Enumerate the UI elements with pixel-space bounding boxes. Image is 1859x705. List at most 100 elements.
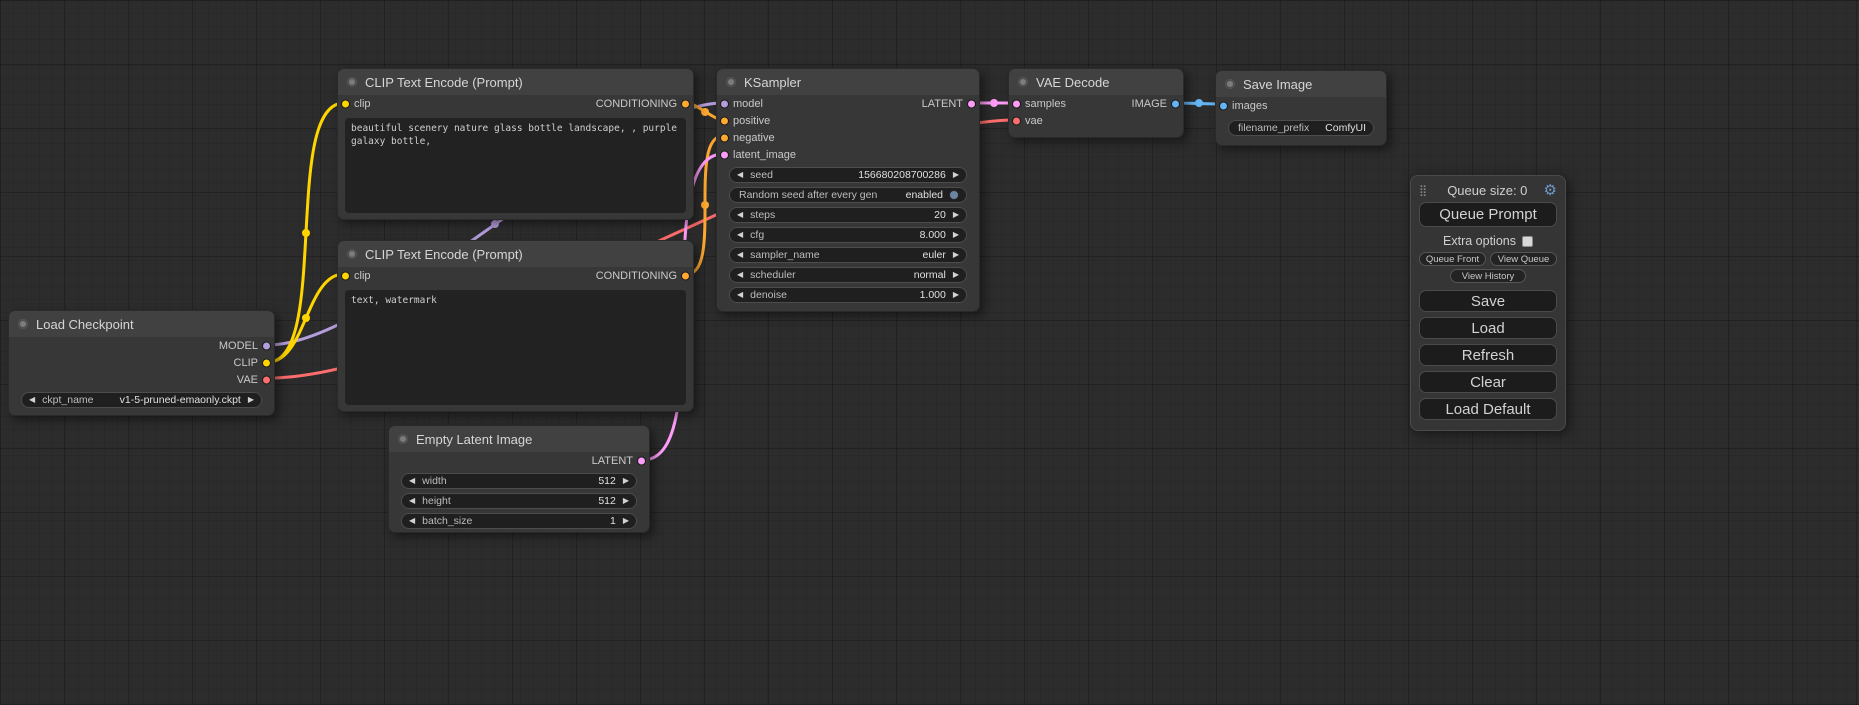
slot-row: MODEL bbox=[9, 337, 274, 354]
input-label-vae: vae bbox=[1025, 115, 1043, 127]
arrow-left-icon[interactable]: ◀ bbox=[29, 396, 35, 404]
widget-value: 512 bbox=[598, 495, 616, 507]
node-save-image[interactable]: Save Image images filename_prefix ComfyU… bbox=[1215, 70, 1387, 146]
arrow-left-icon[interactable]: ◀ bbox=[737, 171, 743, 179]
node-clip-text-encode-positive[interactable]: CLIP Text Encode (Prompt) clip CONDITION… bbox=[337, 68, 694, 220]
input-port-samples[interactable] bbox=[1012, 99, 1021, 108]
widget-value: 512 bbox=[598, 475, 616, 487]
load-button[interactable]: Load bbox=[1419, 317, 1557, 339]
arrow-left-icon[interactable]: ◀ bbox=[737, 231, 743, 239]
input-port-latent-image[interactable] bbox=[720, 150, 729, 159]
widget-steps[interactable]: ◀ steps 20 ▶ bbox=[729, 207, 967, 223]
clear-button[interactable]: Clear bbox=[1419, 371, 1557, 393]
node-ksampler[interactable]: KSampler model LATENT positive negative … bbox=[716, 68, 980, 312]
collapse-dot-icon[interactable] bbox=[347, 77, 357, 87]
node-vae-decode[interactable]: VAE Decode samples IMAGE vae bbox=[1008, 68, 1184, 138]
output-port-vae[interactable] bbox=[262, 375, 271, 384]
node-empty-latent-image[interactable]: Empty Latent Image LATENT ◀ width 512 ▶ … bbox=[388, 425, 650, 533]
arrow-left-icon[interactable]: ◀ bbox=[737, 211, 743, 219]
node-title: Save Image bbox=[1243, 77, 1312, 92]
widget-label: ckpt_name bbox=[42, 394, 93, 406]
node-title-bar[interactable]: Save Image bbox=[1216, 71, 1386, 97]
toggle-icon[interactable] bbox=[949, 190, 959, 200]
queue-size-label: Queue size: 0 bbox=[1431, 183, 1543, 198]
input-label-model: model bbox=[733, 98, 763, 110]
input-port-model[interactable] bbox=[720, 99, 729, 108]
arrow-right-icon[interactable]: ▶ bbox=[953, 171, 959, 179]
arrow-left-icon[interactable]: ◀ bbox=[409, 517, 415, 525]
input-port-clip[interactable] bbox=[341, 99, 350, 108]
widget-value: 20 bbox=[934, 209, 946, 221]
node-canvas[interactable]: Load Checkpoint MODEL CLIP VAE ◀ ckpt_na… bbox=[0, 0, 1859, 705]
input-port-negative[interactable] bbox=[720, 133, 729, 142]
arrow-right-icon[interactable]: ▶ bbox=[623, 477, 629, 485]
prompt-textarea[interactable]: text, watermark bbox=[345, 290, 686, 405]
save-button[interactable]: Save bbox=[1419, 290, 1557, 312]
collapse-dot-icon[interactable] bbox=[398, 434, 408, 444]
collapse-dot-icon[interactable] bbox=[1018, 77, 1028, 87]
arrow-left-icon[interactable]: ◀ bbox=[409, 477, 415, 485]
collapse-dot-icon[interactable] bbox=[18, 319, 28, 329]
output-port-latent[interactable] bbox=[637, 456, 646, 465]
wire-midpoint-dot bbox=[1195, 99, 1203, 107]
widget-batch-size[interactable]: ◀ batch_size 1 ▶ bbox=[401, 513, 637, 529]
node-title-bar[interactable]: Empty Latent Image bbox=[389, 426, 649, 452]
widget-random-seed-toggle[interactable]: Random seed after every gen enabled bbox=[729, 187, 967, 203]
arrow-right-icon[interactable]: ▶ bbox=[953, 211, 959, 219]
node-title: KSampler bbox=[744, 75, 801, 90]
collapse-dot-icon[interactable] bbox=[347, 249, 357, 259]
load-default-button[interactable]: Load Default bbox=[1419, 398, 1557, 420]
queue-actions-row: Queue Front View Queue bbox=[1419, 252, 1557, 266]
node-clip-text-encode-negative[interactable]: CLIP Text Encode (Prompt) clip CONDITION… bbox=[337, 240, 694, 412]
gear-icon[interactable]: ⚙ bbox=[1544, 181, 1557, 199]
node-title-bar[interactable]: VAE Decode bbox=[1009, 69, 1183, 95]
output-port-image[interactable] bbox=[1171, 99, 1180, 108]
arrow-left-icon[interactable]: ◀ bbox=[737, 251, 743, 259]
arrow-right-icon[interactable]: ▶ bbox=[953, 251, 959, 259]
arrow-right-icon[interactable]: ▶ bbox=[953, 291, 959, 299]
extra-options-checkbox[interactable] bbox=[1522, 236, 1533, 247]
queue-prompt-button[interactable]: Queue Prompt bbox=[1419, 202, 1557, 227]
arrow-left-icon[interactable]: ◀ bbox=[737, 271, 743, 279]
prompt-textarea[interactable]: beautiful scenery nature glass bottle la… bbox=[345, 118, 686, 213]
node-title-bar[interactable]: KSampler bbox=[717, 69, 979, 95]
input-port-positive[interactable] bbox=[720, 116, 729, 125]
widget-cfg[interactable]: ◀ cfg 8.000 ▶ bbox=[729, 227, 967, 243]
arrow-left-icon[interactable]: ◀ bbox=[737, 291, 743, 299]
output-port-conditioning[interactable] bbox=[681, 99, 690, 108]
input-port-images[interactable] bbox=[1219, 101, 1228, 110]
arrow-right-icon[interactable]: ▶ bbox=[623, 517, 629, 525]
collapse-dot-icon[interactable] bbox=[1225, 79, 1235, 89]
node-title-bar[interactable]: CLIP Text Encode (Prompt) bbox=[338, 241, 693, 267]
view-queue-button[interactable]: View Queue bbox=[1490, 252, 1557, 266]
widget-filename-prefix[interactable]: filename_prefix ComfyUI bbox=[1228, 120, 1374, 136]
widget-value: 156680208700286 bbox=[858, 169, 946, 181]
arrow-right-icon[interactable]: ▶ bbox=[953, 231, 959, 239]
widget-height[interactable]: ◀ height 512 ▶ bbox=[401, 493, 637, 509]
arrow-right-icon[interactable]: ▶ bbox=[953, 271, 959, 279]
arrow-right-icon[interactable]: ▶ bbox=[248, 396, 254, 404]
drag-handle-icon[interactable]: ⣿ bbox=[1419, 184, 1427, 197]
widget-denoise[interactable]: ◀ denoise 1.000 ▶ bbox=[729, 287, 967, 303]
output-port-conditioning[interactable] bbox=[681, 271, 690, 280]
widget-scheduler[interactable]: ◀ scheduler normal ▶ bbox=[729, 267, 967, 283]
refresh-button[interactable]: Refresh bbox=[1419, 344, 1557, 366]
arrow-right-icon[interactable]: ▶ bbox=[623, 497, 629, 505]
node-load-checkpoint[interactable]: Load Checkpoint MODEL CLIP VAE ◀ ckpt_na… bbox=[8, 310, 275, 416]
output-port-model[interactable] bbox=[262, 341, 271, 350]
arrow-left-icon[interactable]: ◀ bbox=[409, 497, 415, 505]
input-port-clip[interactable] bbox=[341, 271, 350, 280]
node-title-bar[interactable]: Load Checkpoint bbox=[9, 311, 274, 337]
widget-width[interactable]: ◀ width 512 ▶ bbox=[401, 473, 637, 489]
node-title-bar[interactable]: CLIP Text Encode (Prompt) bbox=[338, 69, 693, 95]
queue-front-button[interactable]: Queue Front bbox=[1419, 252, 1486, 266]
widget-seed[interactable]: ◀ seed 156680208700286 ▶ bbox=[729, 167, 967, 183]
collapse-dot-icon[interactable] bbox=[726, 77, 736, 87]
input-port-vae[interactable] bbox=[1012, 116, 1021, 125]
output-port-clip[interactable] bbox=[262, 358, 271, 367]
widget-label: Random seed after every gen bbox=[739, 189, 877, 201]
widget-sampler-name[interactable]: ◀ sampler_name euler ▶ bbox=[729, 247, 967, 263]
view-history-button[interactable]: View History bbox=[1450, 269, 1526, 283]
output-port-latent[interactable] bbox=[967, 99, 976, 108]
widget-ckpt-name[interactable]: ◀ ckpt_name v1-5-pruned-emaonly.ckpt ▶ bbox=[21, 392, 262, 408]
